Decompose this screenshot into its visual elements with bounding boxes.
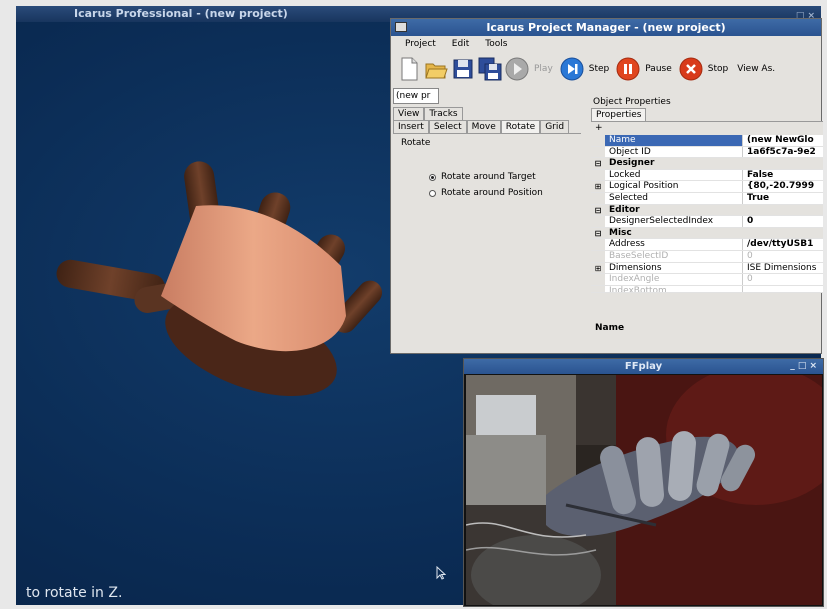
open-folder-icon[interactable] (424, 56, 448, 82)
property-category-designer[interactable]: ⊟ Designer (591, 158, 823, 170)
rotate-panel: Rotate Rotate around Target Rotate aroun… (393, 133, 581, 351)
stop-button[interactable]: Stop (708, 64, 728, 74)
viewport-hint: to rotate in Z. (26, 585, 123, 601)
project-manager-title: Icarus Project Manager - (new project) (486, 21, 726, 34)
rotate-target-option[interactable]: Rotate around Target (429, 172, 536, 182)
tab-tracks[interactable]: Tracks (424, 107, 463, 120)
project-manager-window[interactable]: Icarus Project Manager - (new project) P… (390, 18, 823, 354)
property-row[interactable]: ⊞ Dimensions ISE Dimensions (591, 262, 823, 275)
tab-properties[interactable]: Properties (591, 108, 647, 121)
viewport-title: Icarus Professional - (new project) (74, 7, 288, 20)
tool-panel: View Tracks Insert Select Move Rotate Gr… (393, 107, 581, 351)
property-row[interactable]: DesignerSelectedIndex 0 (591, 216, 823, 228)
stop-icon[interactable] (679, 57, 703, 81)
tab-grid[interactable]: Grid (540, 120, 570, 133)
property-grid-toolbar: + (591, 122, 823, 135)
pause-button[interactable]: Pause (645, 64, 671, 74)
tab-row-top: View Tracks (393, 107, 581, 120)
step-icon[interactable] (560, 57, 584, 81)
property-row[interactable]: Address /dev/ttyUSB1 (591, 239, 823, 251)
radio-selected-icon[interactable] (429, 173, 436, 181)
tab-row-bottom: Insert Select Move Rotate Grid (393, 120, 581, 133)
property-grid: + Name (new NewGlo Object ID 1a6f5c7a-9e… (591, 121, 823, 293)
property-row[interactable]: ⊞ Logical Position {80,-20.7999 (591, 181, 823, 193)
expand-icon[interactable]: ⊞ (591, 262, 605, 274)
collapse-icon[interactable]: ⊟ (591, 227, 605, 239)
window-menu-icon[interactable] (395, 22, 407, 32)
toolbar: Play Step Pause Stop View As. (391, 52, 821, 86)
property-category-misc[interactable]: ⊟ Misc (591, 227, 823, 240)
menu-tools[interactable]: Tools (485, 36, 507, 52)
menu-bar: Project Edit Tools (391, 36, 821, 52)
rotate-target-label: Rotate around Target (441, 172, 536, 182)
property-row[interactable]: Object ID 1a6f5c7a-9e2 (591, 146, 823, 159)
property-row[interactable]: Name (new NewGlo (591, 135, 823, 147)
view-as-button[interactable]: View As. (737, 64, 775, 74)
rotate-heading: Rotate (401, 138, 431, 148)
save-all-icon[interactable] (478, 56, 502, 82)
property-row[interactable]: Locked False (591, 169, 823, 182)
save-icon[interactable] (451, 56, 475, 82)
pause-icon[interactable] (616, 57, 640, 81)
ffplay-title-bar[interactable]: FFplay _ □ × (464, 359, 823, 374)
project-combo[interactable]: (new pr (393, 88, 439, 104)
play-icon[interactable] (505, 57, 529, 81)
property-row[interactable]: BaseSelectID 0 (591, 250, 823, 263)
tab-insert[interactable]: Insert (393, 120, 429, 133)
ffplay-title: FFplay (624, 361, 663, 372)
expand-icon[interactable]: ⊞ (591, 181, 605, 192)
ffplay-window-controls[interactable]: _ □ × (790, 359, 817, 374)
play-button[interactable]: Play (534, 64, 553, 74)
object-properties-title: Object Properties (593, 97, 671, 107)
property-description-name: Name (595, 323, 625, 333)
tab-select[interactable]: Select (428, 120, 467, 133)
collapse-icon[interactable]: ⊟ (591, 158, 605, 169)
property-row[interactable]: Selected True (591, 192, 823, 205)
radio-unselected-icon[interactable] (429, 189, 436, 197)
screen: Icarus Professional - (new project) _ □ … (0, 0, 827, 609)
step-button[interactable]: Step (589, 64, 610, 74)
property-row[interactable]: IndexBottom (591, 285, 823, 293)
rotate-position-option[interactable]: Rotate around Position (429, 188, 543, 198)
tab-move[interactable]: Move (466, 120, 501, 133)
project-manager-title-bar[interactable]: Icarus Project Manager - (new project) (391, 19, 821, 36)
menu-project[interactable]: Project (405, 36, 436, 52)
ffplay-window[interactable]: FFplay _ □ × (463, 358, 824, 607)
object-properties-panel: Object Properties Properties + Name (new… (591, 97, 823, 353)
tab-view[interactable]: View (393, 107, 425, 120)
menu-edit[interactable]: Edit (452, 36, 469, 52)
property-category-editor[interactable]: ⊟ Editor (591, 204, 823, 217)
video-frame (466, 375, 822, 605)
mouse-cursor-icon (436, 566, 446, 580)
property-row[interactable]: IndexAngle 0 (591, 274, 823, 286)
collapse-icon[interactable]: ⊟ (591, 204, 605, 216)
expand-all-icon[interactable]: + (595, 123, 603, 133)
rotate-position-label: Rotate around Position (441, 188, 543, 198)
tab-rotate[interactable]: Rotate (500, 120, 541, 133)
new-file-icon[interactable] (397, 56, 421, 82)
